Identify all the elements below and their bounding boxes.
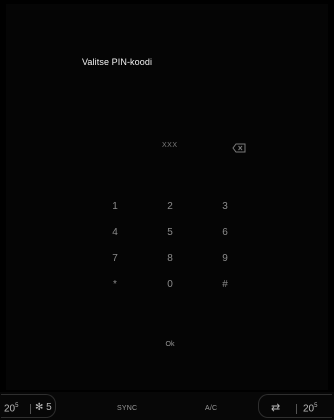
- key-2[interactable]: 2: [150, 195, 190, 217]
- left-temperature[interactable]: 205: [4, 403, 18, 414]
- sync-button[interactable]: SYNC: [117, 405, 137, 412]
- key-9[interactable]: 9: [205, 247, 245, 269]
- key-0[interactable]: 0: [150, 273, 190, 295]
- right-temperature-control[interactable]: [258, 394, 332, 418]
- key-3[interactable]: 3: [205, 195, 245, 217]
- pin-display: XXX: [162, 142, 178, 149]
- left-temp-value: 20: [4, 403, 16, 415]
- right-temp-decimal: 5: [314, 403, 318, 409]
- fan-level: 5: [46, 402, 52, 413]
- right-temperature[interactable]: 205: [303, 403, 317, 414]
- left-temp-decimal: 5: [15, 403, 19, 409]
- right-divider: [296, 404, 297, 414]
- key-5[interactable]: 5: [150, 221, 190, 243]
- fan-speed[interactable]: ✻ 5: [35, 403, 52, 413]
- key-4[interactable]: 4: [95, 221, 135, 243]
- right-temp-value: 20: [303, 403, 315, 415]
- key-1[interactable]: 1: [95, 195, 135, 217]
- key-6[interactable]: 6: [205, 221, 245, 243]
- key-7[interactable]: 7: [95, 247, 135, 269]
- key-hash[interactable]: #: [205, 273, 245, 295]
- backspace-icon[interactable]: [232, 140, 246, 153]
- ac-button[interactable]: A/C: [205, 405, 217, 412]
- fan-icon: ✻: [35, 402, 44, 413]
- key-star[interactable]: *: [95, 273, 135, 295]
- page-title: Valitse PIN-koodi: [82, 57, 153, 67]
- ok-button[interactable]: Ok: [150, 334, 190, 354]
- key-8[interactable]: 8: [150, 247, 190, 269]
- airflow-icon[interactable]: ⇄: [271, 403, 280, 414]
- left-divider: [30, 404, 31, 414]
